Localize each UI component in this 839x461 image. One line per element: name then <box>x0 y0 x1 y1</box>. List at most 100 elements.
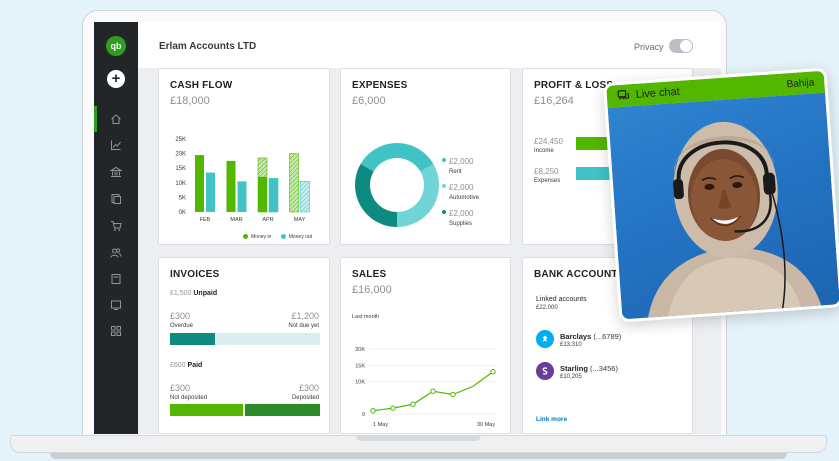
unpaid-summary: £1,500 Unpaid <box>170 290 217 297</box>
money-out-label: Money out <box>288 234 313 240</box>
paid-amount: £600 <box>170 362 186 369</box>
nav-home[interactable] <box>94 106 138 132</box>
link-more-link[interactable]: Link more <box>536 416 567 423</box>
bar-money-out-may[interactable] <box>300 181 310 213</box>
bar-money-in-feb[interactable] <box>195 155 204 212</box>
y-tick-label: 0 <box>362 412 365 418</box>
nav-apps[interactable] <box>94 318 138 344</box>
expenses-label: Expenses <box>534 178 561 184</box>
barclays-name-row: Barclays (...6789) <box>560 332 621 341</box>
bank-icon <box>110 166 122 177</box>
bank-balance: £13,310 <box>560 342 582 348</box>
expenses-donut-chart <box>355 143 439 227</box>
nav-reports[interactable] <box>94 132 138 158</box>
supplies-label: Supplies <box>449 221 473 227</box>
nav-sales[interactable] <box>94 213 138 239</box>
linked-accounts-total: £22,000 <box>536 305 558 311</box>
paid-bar <box>170 404 320 416</box>
unpaid-amount: £1,500 <box>170 290 192 297</box>
unpaid-bar <box>170 333 320 345</box>
barclays-logo <box>536 330 554 348</box>
starling-logo <box>536 362 554 380</box>
overdue-fill <box>170 333 215 345</box>
expenses-bar <box>576 167 610 180</box>
invoices-card[interactable]: INVOICES £1,500 Unpaid £300 Overdue £1,2… <box>158 257 330 434</box>
y-tick-label: 10K <box>175 181 186 187</box>
bank-name: Barclays <box>560 332 592 341</box>
money-out-swatch <box>280 234 286 240</box>
bank-number: (...3456) <box>590 364 618 373</box>
bank-name: Starling <box>560 364 588 373</box>
paid-summary: £600 Paid <box>170 362 202 369</box>
home-icon <box>111 114 121 124</box>
automotive-value: £2,000 <box>449 183 474 192</box>
bank-balance: £10,205 <box>560 374 582 380</box>
expenses-card[interactable]: EXPENSES £6,000 £2,000 Rent £2,000 Autom… <box>340 68 511 245</box>
nav-invoicing[interactable] <box>94 186 138 212</box>
not-deposited-value: £300 <box>170 383 191 393</box>
cash-flow-chart: 25K 20K 15K 10K 5K 0K FEB MAR APR MAY <box>175 137 310 223</box>
card-title: BANK ACCOUNTS <box>534 269 625 280</box>
x-tick-label: APR <box>262 217 273 223</box>
overdue-value: £300 <box>170 311 191 321</box>
bar-money-in-may[interactable] <box>289 153 299 213</box>
people-icon <box>110 248 122 258</box>
y-tick-label: 15K <box>355 363 365 369</box>
new-button[interactable]: + <box>107 70 125 88</box>
sales-point[interactable] <box>450 391 456 398</box>
laptop-base <box>10 435 827 461</box>
apps-icon <box>111 326 121 336</box>
automotive-label: Automotive <box>449 195 480 201</box>
card-title: EXPENSES <box>352 80 408 91</box>
company-name: Erlam Accounts LTD <box>159 41 257 52</box>
sales-point[interactable] <box>370 408 376 414</box>
calculator-icon <box>111 274 121 284</box>
bar-money-in-apr-actual <box>258 176 267 212</box>
card-amount: £16,264 <box>534 95 574 107</box>
sales-point[interactable] <box>430 388 436 394</box>
x-tick-label: MAY <box>294 217 306 223</box>
donut-slice-automotive[interactable] <box>397 164 439 227</box>
bar-money-out-apr-actual <box>269 193 278 212</box>
bar-money-in-mar[interactable] <box>226 160 236 212</box>
card-title: PROFIT & LOSS <box>534 80 614 91</box>
bank-row-barclays[interactable]: Barclays (...6789) £13,310 <box>536 330 686 354</box>
bar-money-out-feb[interactable] <box>206 172 215 212</box>
cash-flow-legend: Money in Money out <box>243 234 312 240</box>
y-tick-label: 5K <box>179 195 186 201</box>
tablet-icon <box>111 300 121 310</box>
y-tick-label: 15K <box>175 166 186 172</box>
bank-row-starling[interactable]: Starling (...3456) £10,205 <box>536 362 686 386</box>
rent-swatch <box>442 157 446 162</box>
receipt-icon <box>111 194 121 204</box>
sales-point[interactable] <box>410 401 416 407</box>
card-title: INVOICES <box>170 269 220 280</box>
x-tick-label: MAR <box>230 217 242 223</box>
privacy-label: Privacy <box>634 42 664 52</box>
bar-money-out-mar[interactable] <box>237 181 247 212</box>
income-label: Income <box>534 148 554 154</box>
y-tick-label: 0K <box>179 210 186 216</box>
donut-slice-supplies[interactable] <box>355 164 397 227</box>
live-chat-card[interactable]: Live chat Bahija <box>602 67 839 323</box>
cart-icon <box>111 221 122 231</box>
sales-card[interactable]: SALES £16,000 Last month 20K 15K 10K 0 1 May… <box>340 257 511 434</box>
y-tick-label: 20K <box>175 152 186 158</box>
sales-point[interactable] <box>490 369 496 375</box>
nav-taxes[interactable] <box>94 266 138 292</box>
nav-payroll[interactable] <box>94 292 138 318</box>
not-deposited-label: Not deposited <box>170 395 208 401</box>
sales-point[interactable] <box>390 405 396 411</box>
nav-contacts[interactable] <box>94 240 138 266</box>
y-tick-label: 25K <box>175 137 186 143</box>
cash-flow-card[interactable]: CASH FLOW £18,000 25K 20K 15K 10K 5K 0K FEB MAR… <box>158 68 330 245</box>
income-value: £24,450 <box>534 137 563 146</box>
quickbooks-logo[interactable]: qb <box>106 36 126 56</box>
expense-item-supplies: £2,000 Supplies <box>442 203 510 229</box>
donut-slice-rent[interactable] <box>360 143 434 172</box>
automotive-swatch <box>442 183 446 188</box>
privacy-toggle[interactable] <box>669 39 693 53</box>
not-due-value: £1,200 <box>291 311 319 321</box>
nav-banking[interactable] <box>94 159 138 185</box>
x-tick-label: FEB <box>200 217 211 223</box>
